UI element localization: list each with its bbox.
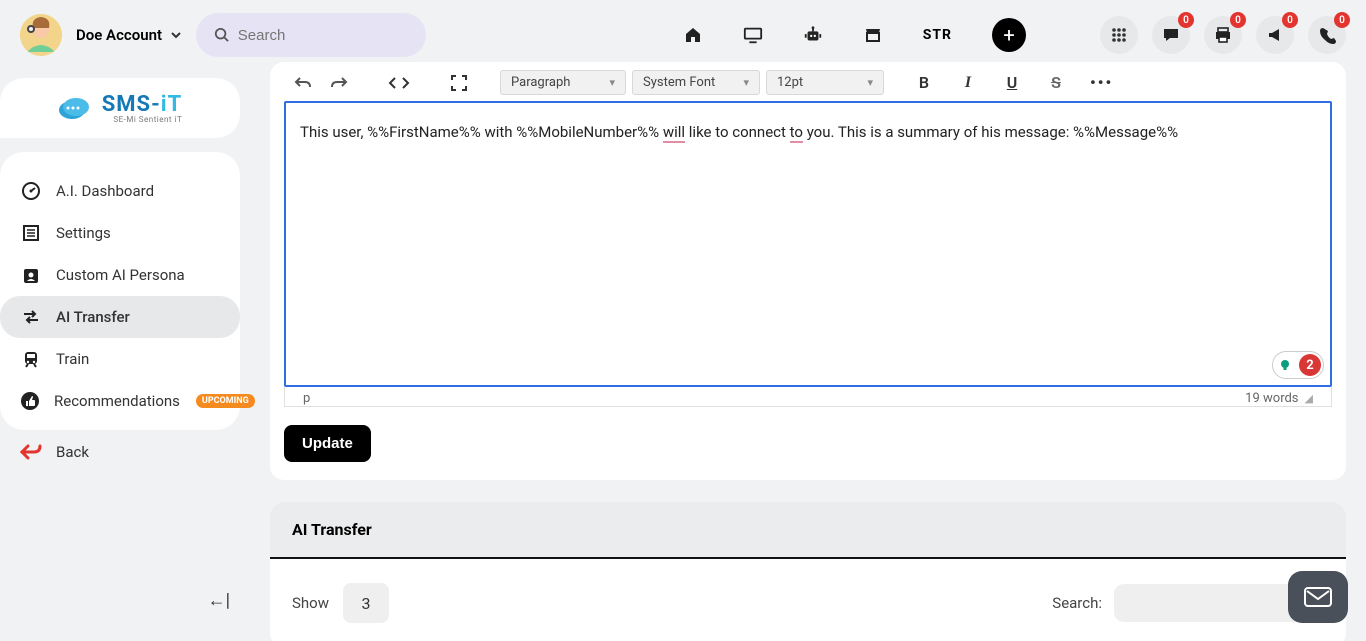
redo-button[interactable] [328, 72, 350, 94]
underline-button[interactable]: U [1002, 73, 1022, 92]
thumbs-up-icon [20, 390, 40, 412]
back-label: Back [56, 443, 89, 461]
editor-path[interactable]: p [303, 391, 310, 406]
add-button[interactable]: + [992, 18, 1026, 52]
update-button[interactable]: Update [284, 425, 371, 462]
chevron-down-icon: ▾ [867, 76, 873, 89]
chevron-down-icon: ▾ [743, 76, 749, 89]
main-content: Paragraph ▾ System Font ▾ 12pt ▾ B I U S ••… [270, 62, 1346, 641]
help-button[interactable] [1288, 571, 1348, 623]
italic-button[interactable]: I [958, 74, 978, 92]
show-label: Show [292, 594, 329, 612]
font-size-select[interactable]: 12pt ▾ [766, 70, 884, 95]
sidebar-item-ai-dashboard[interactable]: A.I. Dashboard [0, 170, 240, 212]
desktop-icon[interactable] [743, 25, 763, 45]
print-icon[interactable]: 0 [1204, 16, 1242, 54]
grammar-status[interactable]: 2 [1272, 351, 1324, 379]
phone-badge: 0 [1334, 12, 1350, 28]
back-arrow-icon [20, 442, 42, 462]
resize-handle[interactable]: ◢ [1305, 392, 1313, 405]
logo-primary: SMS- [102, 92, 161, 117]
upcoming-badge: UPCOMING [196, 394, 255, 408]
shop-icon[interactable] [863, 25, 883, 45]
announce-icon[interactable]: 0 [1256, 16, 1294, 54]
editor-textarea[interactable]: This user, %%FirstName%% with %%MobileNu… [284, 101, 1332, 387]
home-icon[interactable] [683, 25, 703, 45]
sidebar-item-custom-ai-persona[interactable]: Custom AI Persona [0, 254, 240, 296]
block-style-select[interactable]: Paragraph ▾ [500, 70, 626, 95]
train-icon [20, 348, 42, 370]
avatar[interactable] [20, 14, 62, 56]
sidebar-item-ai-transfer[interactable]: AI Transfer [0, 296, 240, 338]
search-input[interactable] [238, 27, 408, 44]
sidebar: SMS-iT SE-Mi Sentient iT A.I. Dashboard … [0, 70, 250, 641]
sidebar-item-train[interactable]: Train [0, 338, 240, 380]
str-label[interactable]: STR [923, 27, 952, 43]
sidebar-item-label: Recommendations [54, 392, 180, 410]
print-badge: 0 [1230, 12, 1246, 28]
show-count-select[interactable]: 3 [343, 583, 389, 623]
code-button[interactable] [388, 72, 410, 94]
spell-error: will [663, 123, 685, 143]
header-nav-icons: STR + [683, 18, 1026, 52]
bold-button[interactable]: B [914, 73, 934, 92]
sidebar-collapse-button[interactable]: ←| [208, 590, 230, 611]
persona-icon [20, 264, 42, 286]
dashboard-icon [20, 180, 42, 202]
account-name: Doe Account [76, 26, 162, 44]
sidebar-item-settings[interactable]: Settings [0, 212, 240, 254]
editor-content[interactable]: This user, %%FirstName%% with %%MobileNu… [286, 103, 1330, 162]
font-size-value: 12pt [777, 75, 803, 90]
chevron-down-icon [170, 29, 182, 41]
sidebar-item-label: Custom AI Persona [56, 266, 185, 284]
search-icon [214, 26, 230, 44]
editor-status-bar: p 19 words ◢ [284, 387, 1332, 407]
transfer-icon [20, 306, 42, 328]
chat-icon[interactable]: 0 [1152, 16, 1190, 54]
block-style-value: Paragraph [511, 75, 570, 90]
mail-icon [1303, 585, 1333, 609]
issue-badge: 2 [1299, 354, 1321, 376]
font-family-value: System Font [643, 75, 715, 90]
search-box[interactable] [196, 13, 426, 57]
apps-icon[interactable] [1100, 16, 1138, 54]
sidebar-item-label: Settings [56, 224, 111, 242]
announce-badge: 0 [1282, 12, 1298, 28]
chat-badge: 0 [1178, 12, 1194, 28]
header-action-icons: 0 0 0 0 [1100, 16, 1346, 54]
bulb-icon [1273, 353, 1297, 377]
sidebar-item-label: AI Transfer [56, 308, 130, 326]
strikethrough-button[interactable]: S [1046, 73, 1066, 92]
sidebar-nav: A.I. Dashboard Settings Custom AI Person… [0, 152, 240, 430]
more-button[interactable]: ••• [1090, 73, 1113, 92]
sidebar-item-label: A.I. Dashboard [56, 182, 154, 200]
editor-card: Paragraph ▾ System Font ▾ 12pt ▾ B I U S ••… [270, 62, 1346, 480]
logo-secondary: iT [161, 92, 182, 117]
sidebar-item-recommendations[interactable]: Recommendations UPCOMING [0, 380, 240, 422]
phone-icon[interactable]: 0 [1308, 16, 1346, 54]
spell-error: to [790, 123, 803, 143]
ai-transfer-card: AI Transfer Show 3 Search: [270, 502, 1346, 641]
logo-subtitle: SE-Mi Sentient iT [102, 115, 183, 124]
font-family-select[interactable]: System Font ▾ [632, 70, 760, 95]
undo-button[interactable] [292, 72, 314, 94]
search-label: Search: [1052, 594, 1102, 612]
sidebar-item-label: Train [56, 350, 89, 368]
app-header: Doe Account STR + 0 0 0 0 [0, 0, 1366, 70]
robot-icon[interactable] [803, 25, 823, 45]
logo[interactable]: SMS-iT SE-Mi Sentient iT [0, 78, 240, 138]
settings-icon [20, 222, 42, 244]
editor-toolbar: Paragraph ▾ System Font ▾ 12pt ▾ B I U S ••… [270, 62, 1346, 101]
card-title: AI Transfer [270, 502, 1346, 559]
account-dropdown[interactable]: Doe Account [76, 26, 182, 44]
word-count: 19 words [1245, 391, 1298, 406]
chevron-down-icon: ▾ [609, 76, 615, 89]
sidebar-back[interactable]: Back [0, 430, 250, 474]
fullscreen-button[interactable] [448, 72, 470, 94]
